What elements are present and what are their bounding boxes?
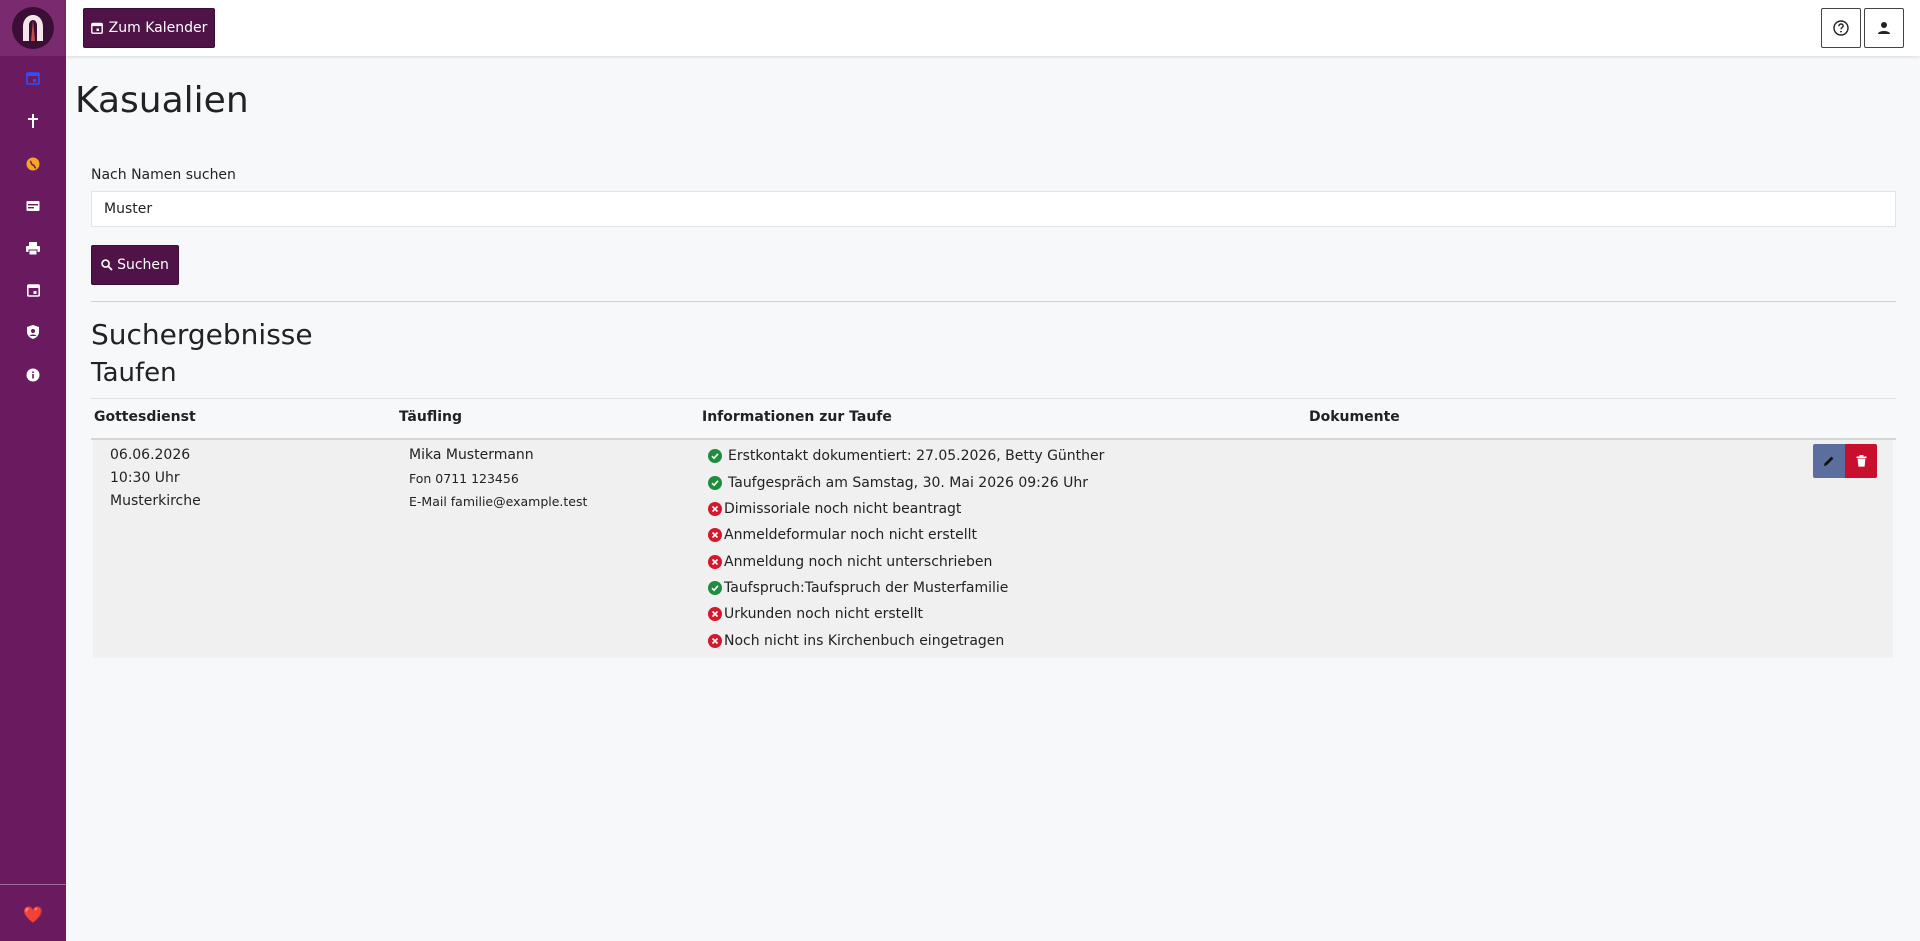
info-item-anmeldeformular: Anmeldeformular noch nicht erstellt xyxy=(708,527,977,543)
info-icon xyxy=(26,368,40,382)
printer-icon xyxy=(26,241,40,255)
calendar-day-icon xyxy=(26,284,40,297)
x-circle-icon xyxy=(708,607,722,621)
sidebar-item-calendar[interactable] xyxy=(0,60,66,96)
baptizand-name: Mika Mustermann xyxy=(409,447,534,463)
search-label: Nach Namen suchen xyxy=(91,167,236,183)
pencil-icon xyxy=(1824,456,1834,466)
cross-icon xyxy=(28,114,38,128)
column-header-gottesdienst: Gottesdienst xyxy=(94,409,196,425)
user-icon xyxy=(1878,22,1890,34)
sidebar-item-globe[interactable] xyxy=(0,146,66,182)
column-header-dokumente: Dokumente xyxy=(1309,409,1400,425)
service-time: 10:30 Uhr xyxy=(110,470,180,486)
info-item-urkunden: Urkunden noch nicht erstellt xyxy=(708,606,923,622)
info-item-erstkontakt: Erstkontakt dokumentiert: 27.05.2026, Be… xyxy=(708,448,1104,464)
calendar-icon xyxy=(26,72,40,85)
page-title: Kasualien xyxy=(75,80,249,121)
sidebar-item-card[interactable] xyxy=(0,188,66,224)
info-item-taufgespraech: Taufgespräch am Samstag, 30. Mai 2026 09… xyxy=(708,475,1088,491)
calendar-icon xyxy=(90,22,103,34)
zum-kalender-button[interactable]: Zum Kalender xyxy=(83,8,215,48)
check-circle-icon xyxy=(708,581,722,595)
baptizand-email: E-Mail familie@example.test xyxy=(409,494,588,509)
service-location: Musterkirche xyxy=(110,493,201,509)
sidebar-item-kasualien[interactable] xyxy=(0,103,66,139)
check-circle-icon xyxy=(708,449,722,463)
search-icon xyxy=(101,259,113,271)
table-top-border xyxy=(91,398,1896,399)
search-button-label: Suchen xyxy=(117,257,169,273)
logo-disc xyxy=(12,7,54,49)
info-text: Anmeldung noch nicht unterschrieben xyxy=(724,554,993,570)
card-icon xyxy=(26,201,40,211)
search-button[interactable]: Suchen xyxy=(91,245,179,285)
sidebar: ❤️ xyxy=(0,0,66,941)
user-menu-button[interactable] xyxy=(1864,8,1904,48)
sidebar-item-info[interactable] xyxy=(0,357,66,393)
trash-icon xyxy=(1856,455,1866,467)
delete-button[interactable] xyxy=(1845,444,1877,478)
question-circle-icon xyxy=(1833,20,1849,36)
x-circle-icon xyxy=(708,634,722,648)
sidebar-item-calendar-day[interactable] xyxy=(0,272,66,308)
info-text: Erstkontakt dokumentiert: 27.05.2026, Be… xyxy=(728,448,1105,464)
church-logo[interactable] xyxy=(0,0,66,56)
x-circle-icon xyxy=(708,528,722,542)
edit-button[interactable] xyxy=(1813,444,1845,478)
sidebar-item-admin[interactable] xyxy=(0,314,66,350)
shield-user-icon xyxy=(27,325,39,339)
info-text: Anmeldeformular noch nicht erstellt xyxy=(724,527,978,543)
column-header-taeufling: Täufling xyxy=(399,409,463,425)
x-circle-icon xyxy=(708,555,722,569)
zum-kalender-label: Zum Kalender xyxy=(108,20,208,36)
info-text: Taufgespräch am Samstag, 30. Mai 2026 09… xyxy=(728,475,1089,491)
baptizand-phone: Fon 0711 123456 xyxy=(409,471,519,486)
sidebar-divider xyxy=(0,884,66,885)
info-text: Dimissoriale noch nicht beantragt xyxy=(724,501,962,517)
section-heading-taufen: Taufen xyxy=(91,358,177,388)
service-date: 06.06.2026 xyxy=(110,447,191,463)
info-item-taufspruch: Taufspruch:Taufspruch der Musterfamilie xyxy=(708,580,1008,596)
info-text: Urkunden noch nicht erstellt xyxy=(724,606,924,622)
heart-icon[interactable]: ❤️ xyxy=(0,900,66,928)
sidebar-item-print[interactable] xyxy=(0,230,66,266)
globe-icon xyxy=(26,157,40,171)
info-text: Taufspruch:Taufspruch der Musterfamilie xyxy=(724,580,1009,596)
info-item-kirchenbuch: Noch nicht ins Kirchenbuch eingetragen xyxy=(708,633,1004,649)
x-circle-icon xyxy=(708,502,722,516)
help-button[interactable] xyxy=(1821,8,1861,48)
check-circle-icon xyxy=(708,476,722,490)
divider xyxy=(91,301,1896,302)
table-row xyxy=(93,440,1893,658)
column-header-informationen: Informationen zur Taufe xyxy=(702,409,892,425)
top-bar: Zum Kalender xyxy=(66,0,1920,56)
info-text: Noch nicht ins Kirchenbuch eingetragen xyxy=(724,633,1005,649)
info-item-dimissoriale: Dimissoriale noch nicht beantragt xyxy=(708,501,961,517)
info-item-anmeldung: Anmeldung noch nicht unterschrieben xyxy=(708,554,992,570)
results-heading: Suchergebnisse xyxy=(91,318,313,351)
search-input[interactable] xyxy=(91,191,1896,227)
